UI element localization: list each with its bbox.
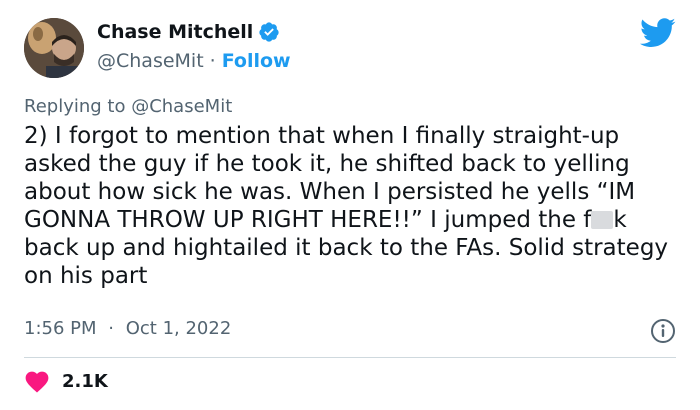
author-name[interactable]: Chase Mitchell <box>97 21 253 43</box>
tweet-timestamp[interactable]: 1:56 PM · Oct 1, 2022 <box>24 318 231 339</box>
avatar-image <box>24 18 84 78</box>
censor-block <box>591 211 614 229</box>
replying-to-handle[interactable]: @ChaseMit <box>131 96 232 117</box>
replying-to: Replying to @ChaseMit <box>24 96 232 117</box>
author-handle[interactable]: @ChaseMit <box>97 50 204 72</box>
divider <box>24 357 676 358</box>
follow-button[interactable]: Follow <box>222 50 291 72</box>
tweet-text-part1: 2) I forgot to mention that when I final… <box>24 123 636 233</box>
tweet-time: 1:56 PM <box>24 318 97 339</box>
info-icon[interactable] <box>650 318 676 344</box>
verified-badge-icon <box>258 21 280 43</box>
heart-icon[interactable] <box>24 369 50 393</box>
tweet-date: Oct 1, 2022 <box>125 318 232 339</box>
like-count: 2.1K <box>62 370 108 392</box>
meta-separator: · <box>108 318 114 339</box>
separator-dot: · <box>209 50 216 72</box>
replying-to-label: Replying to <box>24 96 132 117</box>
tweet-text: 2) I forgot to mention that when I final… <box>24 122 684 290</box>
author-handle-row: @ChaseMit · Follow <box>97 50 291 72</box>
author-name-row: Chase Mitchell <box>97 21 280 43</box>
avatar[interactable] <box>24 18 84 78</box>
like-row[interactable]: 2.1K <box>24 369 108 393</box>
twitter-bird-icon[interactable] <box>640 18 676 48</box>
